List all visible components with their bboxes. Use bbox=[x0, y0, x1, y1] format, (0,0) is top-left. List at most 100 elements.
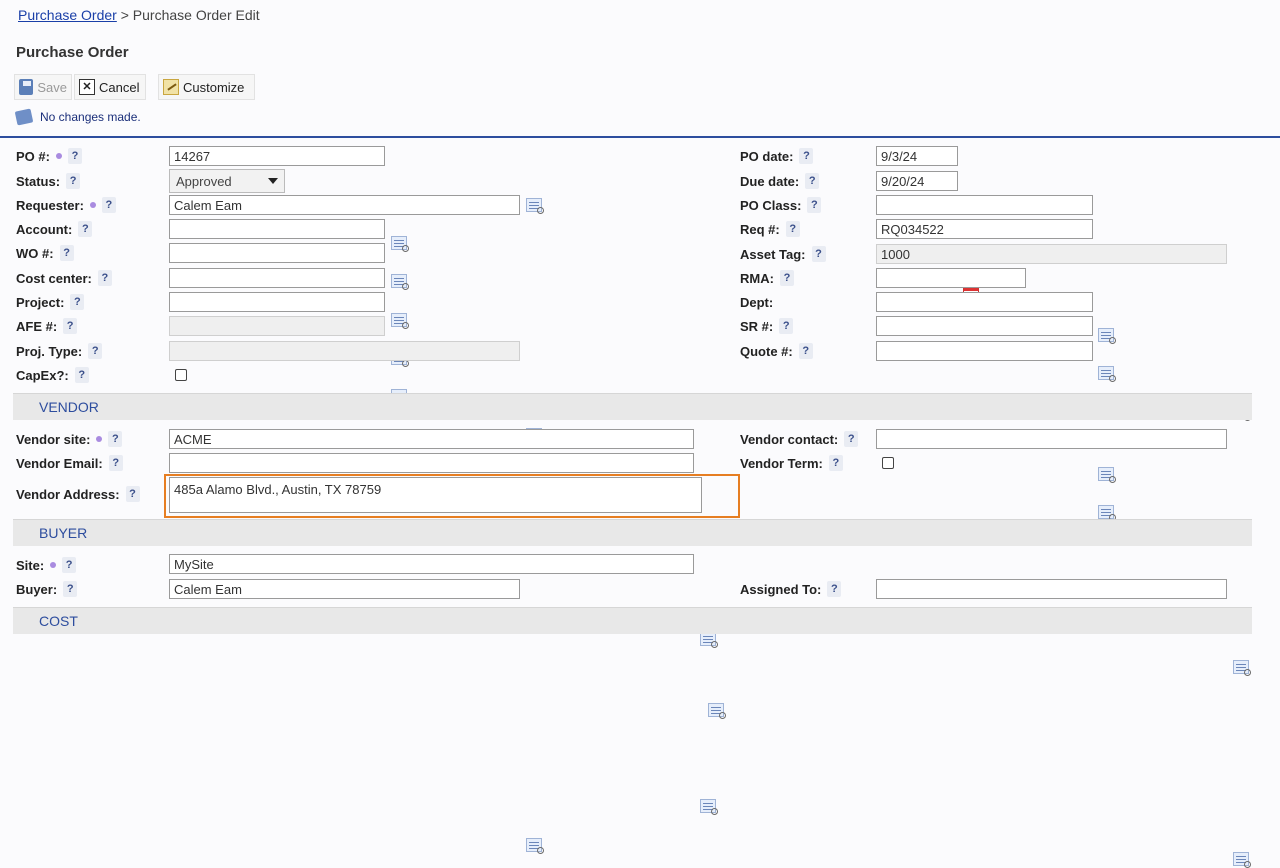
lookup-icon[interactable] bbox=[391, 313, 409, 329]
lookup-icon[interactable] bbox=[391, 236, 409, 252]
lookup-icon[interactable] bbox=[1233, 852, 1251, 868]
customize-icon bbox=[163, 79, 179, 95]
lookup-icon[interactable] bbox=[526, 838, 544, 854]
lookup-icon[interactable] bbox=[700, 799, 718, 815]
quote-number-label: Quote #:? bbox=[740, 341, 813, 361]
po-number-label: PO #:? bbox=[16, 146, 82, 166]
site-input[interactable] bbox=[169, 554, 694, 574]
dept-input[interactable] bbox=[876, 292, 1093, 312]
vendor-contact-label: Vendor contact:? bbox=[740, 429, 859, 449]
afe-number-input bbox=[169, 316, 385, 336]
lookup-icon[interactable] bbox=[1098, 505, 1116, 521]
header-divider bbox=[0, 136, 1280, 138]
help-icon[interactable]: ? bbox=[828, 455, 843, 471]
lookup-icon[interactable] bbox=[1098, 366, 1116, 382]
vendor-site-input[interactable] bbox=[169, 429, 694, 449]
assigned-to-label: Assigned To:? bbox=[740, 579, 842, 599]
section-buyer-header: BUYER bbox=[13, 519, 1252, 546]
cancel-button[interactable]: ✕ Cancel bbox=[74, 74, 146, 100]
chevron-down-icon bbox=[268, 178, 278, 184]
lookup-icon[interactable] bbox=[1098, 467, 1116, 483]
help-icon[interactable]: ? bbox=[805, 173, 820, 189]
asset-tag-input bbox=[876, 244, 1227, 264]
breadcrumb-separator: > bbox=[116, 7, 133, 23]
quote-number-input[interactable] bbox=[876, 341, 1093, 361]
lookup-icon[interactable] bbox=[708, 703, 726, 719]
cost-center-input[interactable] bbox=[169, 268, 385, 288]
account-label: Account:? bbox=[16, 219, 93, 239]
breadcrumb: Purchase Order > Purchase Order Edit bbox=[18, 7, 260, 23]
project-input[interactable] bbox=[169, 292, 385, 312]
save-label: Save bbox=[37, 79, 67, 95]
account-input[interactable] bbox=[169, 219, 385, 239]
help-icon[interactable]: ? bbox=[779, 270, 794, 286]
save-icon bbox=[19, 79, 34, 95]
po-class-input[interactable] bbox=[876, 195, 1093, 215]
cancel-icon: ✕ bbox=[79, 79, 95, 95]
vendor-email-label: Vendor Email:? bbox=[16, 453, 123, 473]
lookup-icon[interactable] bbox=[700, 632, 718, 648]
breadcrumb-purchase-order-link[interactable]: Purchase Order bbox=[18, 7, 117, 23]
lookup-icon[interactable] bbox=[391, 274, 409, 290]
lookup-icon[interactable] bbox=[1098, 328, 1116, 344]
help-icon[interactable]: ? bbox=[97, 270, 112, 286]
buyer-input[interactable] bbox=[169, 579, 520, 599]
help-icon[interactable]: ? bbox=[827, 581, 842, 597]
vendor-term-label: Vendor Term:? bbox=[740, 453, 843, 473]
save-button[interactable]: Save bbox=[14, 74, 72, 100]
status-select[interactable]: Approved bbox=[169, 169, 285, 193]
due-date-input[interactable] bbox=[876, 171, 958, 191]
proj-type-input bbox=[169, 341, 520, 361]
help-icon[interactable]: ? bbox=[811, 246, 826, 262]
help-icon[interactable]: ? bbox=[66, 173, 81, 189]
req-number-label: Req #:? bbox=[740, 219, 800, 239]
vendor-contact-input[interactable] bbox=[876, 429, 1227, 449]
help-icon[interactable]: ? bbox=[70, 294, 85, 310]
help-icon[interactable]: ? bbox=[88, 343, 103, 359]
rma-input[interactable] bbox=[876, 268, 1026, 288]
vendor-term-checkbox[interactable] bbox=[882, 457, 894, 469]
po-class-label: PO Class:? bbox=[740, 195, 822, 215]
requester-input[interactable] bbox=[169, 195, 520, 215]
afe-number-label: AFE #:? bbox=[16, 316, 78, 336]
help-icon[interactable]: ? bbox=[67, 148, 82, 164]
help-icon[interactable]: ? bbox=[63, 318, 78, 334]
help-icon[interactable]: ? bbox=[74, 367, 89, 383]
capex-checkbox[interactable] bbox=[175, 369, 187, 381]
vendor-site-label: Vendor site:? bbox=[16, 429, 123, 449]
help-icon[interactable]: ? bbox=[125, 486, 140, 502]
sr-number-input[interactable] bbox=[876, 316, 1093, 336]
help-icon[interactable]: ? bbox=[799, 148, 814, 164]
asset-tag-label: Asset Tag:? bbox=[740, 244, 826, 264]
help-icon[interactable]: ? bbox=[78, 221, 93, 237]
wo-number-input[interactable] bbox=[169, 243, 385, 263]
help-icon[interactable]: ? bbox=[785, 221, 800, 237]
help-icon[interactable]: ? bbox=[101, 197, 116, 213]
help-icon[interactable]: ? bbox=[108, 431, 123, 447]
help-icon[interactable]: ? bbox=[807, 197, 822, 213]
po-date-input[interactable] bbox=[876, 146, 958, 166]
lookup-icon[interactable] bbox=[1233, 660, 1251, 676]
help-icon[interactable]: ? bbox=[62, 557, 77, 573]
po-number-input[interactable] bbox=[169, 146, 385, 166]
vendor-email-input[interactable] bbox=[169, 453, 694, 473]
sr-number-label: SR #:? bbox=[740, 316, 794, 336]
note-icon bbox=[14, 108, 34, 126]
status-message-text: No changes made. bbox=[40, 110, 141, 124]
help-icon[interactable]: ? bbox=[779, 318, 794, 334]
lookup-icon[interactable] bbox=[526, 198, 544, 214]
req-number-input[interactable] bbox=[876, 219, 1093, 239]
assigned-to-input[interactable] bbox=[876, 579, 1227, 599]
section-vendor-header: VENDOR bbox=[13, 393, 1252, 420]
customize-button[interactable]: Customize bbox=[158, 74, 255, 100]
help-icon[interactable]: ? bbox=[844, 431, 859, 447]
required-dot-icon bbox=[55, 153, 62, 159]
help-icon[interactable]: ? bbox=[798, 343, 813, 359]
po-date-label: PO date:? bbox=[740, 146, 814, 166]
help-icon[interactable]: ? bbox=[59, 245, 74, 261]
vendor-address-textarea[interactable]: 485a Alamo Blvd., Austin, TX 78759 bbox=[169, 477, 702, 513]
vendor-address-label: Vendor Address:? bbox=[16, 484, 140, 504]
help-icon[interactable]: ? bbox=[63, 581, 78, 597]
project-label: Project:? bbox=[16, 292, 85, 312]
help-icon[interactable]: ? bbox=[108, 455, 123, 471]
